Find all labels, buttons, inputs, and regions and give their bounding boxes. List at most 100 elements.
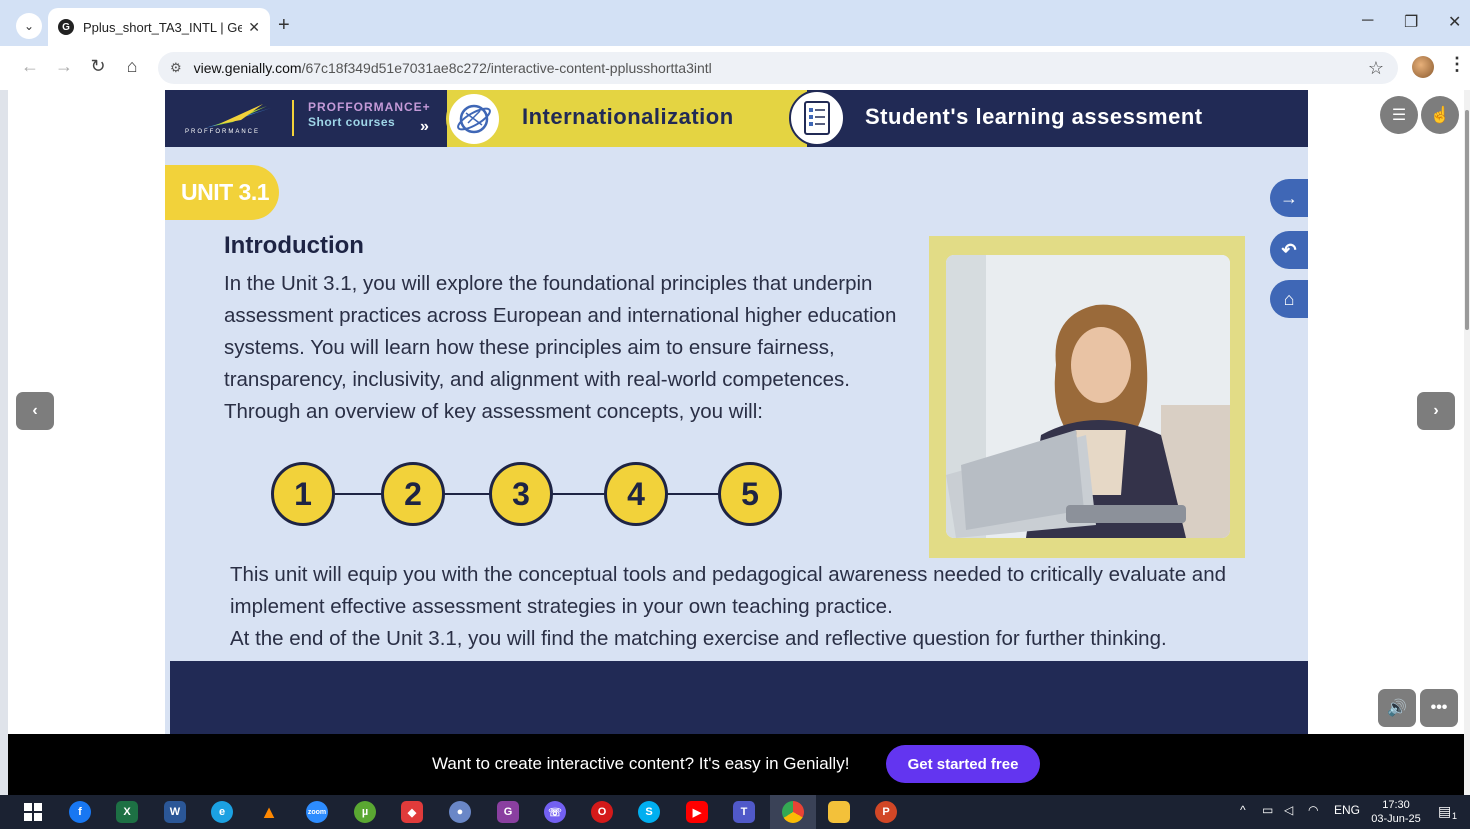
module-title: Student's learning assessment <box>865 104 1203 129</box>
windows-start-icon[interactable] <box>22 801 44 823</box>
unit-label: UNIT 3.1 <box>181 179 270 205</box>
course-banner: PROFFORMANCE PROFFORMANCE+ Short courses… <box>165 90 1308 147</box>
chevron-right-icon: › <box>1433 402 1439 419</box>
zoom-icon[interactable]: zoom <box>306 801 328 823</box>
step-4-button[interactable]: 4 <box>604 462 668 526</box>
address-bar[interactable]: ⚙ view.genially.com/67c18f349d51e7031ae8… <box>158 52 1398 84</box>
volume-icon[interactable]: ◁ <box>1284 803 1293 817</box>
section-heading: Introduction <box>224 232 364 259</box>
close-window-button[interactable]: ✕ <box>1448 12 1461 32</box>
genially-slide: PROFFORMANCE PROFFORMANCE+ Short courses… <box>165 90 1308 734</box>
windows-taskbar: f X W e ▲ zoom µ ◆ ● G ☏ O S ▶ T P ^ ▭ ◁… <box>0 795 1470 829</box>
genially-promo-bar: Want to create interactive content? It's… <box>8 734 1464 795</box>
url-host: view.genially.com <box>193 60 302 76</box>
chrome-icon[interactable] <box>782 801 804 823</box>
previous-slide-button[interactable]: ‹ <box>16 392 54 430</box>
steps-row: 1 2 3 4 5 <box>271 462 786 526</box>
vlc-icon[interactable]: ▲ <box>258 801 280 823</box>
next-arrow-button[interactable]: → <box>1270 179 1308 217</box>
tab-title: Pplus_short_TA3_INTL | Genially <box>83 19 243 35</box>
touch-icon: ☝ <box>1430 107 1450 124</box>
powerpoint-icon[interactable]: P <box>875 801 897 823</box>
next-slide-button[interactable]: › <box>1417 392 1455 430</box>
user-app-icon[interactable]: ● <box>449 801 471 823</box>
close-tab-icon[interactable]: ✕ <box>248 19 260 36</box>
back-button[interactable]: ← <box>18 56 42 77</box>
promo-text: Want to create interactive content? It's… <box>432 754 850 773</box>
house-icon: ⌂ <box>1283 288 1295 309</box>
url-path: /67c18f349d51e7031ae8c272/interactive-co… <box>301 60 712 76</box>
checklist-icon <box>789 90 845 146</box>
system-clock[interactable]: 17:30 03-Jun-25 <box>1368 798 1424 826</box>
index-button[interactable]: ☰ <box>1380 96 1418 134</box>
pdf-app-icon[interactable]: G <box>497 801 519 823</box>
program-subtitle: Short courses <box>308 115 396 129</box>
chevron-down-icon: ⌄ <box>23 19 35 33</box>
step-2-button[interactable]: 2 <box>381 462 445 526</box>
scrollbar-thumb[interactable] <box>1465 110 1469 330</box>
opera-icon[interactable]: O <box>591 801 613 823</box>
list-icon: ☰ <box>1391 107 1407 124</box>
page-viewport: PROFFORMANCE PROFFORMANCE+ Short courses… <box>8 90 1464 734</box>
speaker-icon: 🔊 <box>1387 700 1407 717</box>
step-1-button[interactable]: 1 <box>271 462 335 526</box>
get-started-button[interactable]: Get started free <box>886 745 1040 783</box>
battery-icon[interactable]: ▭ <box>1262 803 1273 817</box>
anydesk-icon[interactable]: ◆ <box>401 801 423 823</box>
file-explorer-icon[interactable] <box>828 801 850 823</box>
outro-paragraph: This unit will equip you with the concep… <box>230 559 1290 655</box>
skype-icon[interactable]: S <box>638 801 660 823</box>
notifications-icon[interactable]: ▤ <box>1438 803 1451 820</box>
viber-icon[interactable]: ☏ <box>544 801 566 823</box>
wifi-icon[interactable]: ◠ <box>1308 803 1318 817</box>
undo-button[interactable]: ↶ <box>1270 231 1308 269</box>
banner-divider <box>292 100 294 136</box>
edge-icon[interactable]: e <box>211 801 233 823</box>
arrow-right-icon: → <box>1280 187 1298 208</box>
breadcrumb-chevron-icon: » <box>420 118 429 135</box>
restore-window-button[interactable]: ❐ <box>1404 12 1418 32</box>
chevron-left-icon: ‹ <box>32 402 38 419</box>
globe-icon <box>446 91 502 147</box>
interactivity-button[interactable]: ☝ <box>1421 96 1459 134</box>
section-title: Internationalization <box>522 104 734 129</box>
notification-count: 1 <box>1452 811 1458 821</box>
utorrent-icon[interactable]: µ <box>354 801 376 823</box>
show-hidden-icons-icon[interactable]: ^ <box>1240 803 1246 817</box>
browser-tab-bar: ⌄ G Pplus_short_TA3_INTL | Genially ✕ + … <box>0 0 1470 46</box>
step-5-button[interactable]: 5 <box>718 462 782 526</box>
browser-toolbar: ← → ↻ ⌂ ⚙ view.genially.com/67c18f349d51… <box>0 46 1470 90</box>
more-options-button[interactable]: ••• <box>1420 689 1458 727</box>
browser-menu-icon[interactable]: ⋮ <box>1448 54 1466 75</box>
undo-icon: ↶ <box>1281 239 1297 260</box>
woman-laptop-photo <box>946 255 1230 538</box>
outro-text-2: At the end of the Unit 3.1, you will fin… <box>230 627 1167 650</box>
clock-time: 17:30 <box>1382 799 1410 811</box>
step-3-button[interactable]: 3 <box>489 462 553 526</box>
home-button[interactable]: ⌂ <box>120 56 144 77</box>
reload-button[interactable]: ↻ <box>86 56 110 77</box>
outro-text-1: This unit will equip you with the concep… <box>230 563 1227 618</box>
program-title: PROFFORMANCE+ <box>308 100 431 114</box>
youtube-icon[interactable]: ▶ <box>686 801 708 823</box>
audio-button[interactable]: 🔊 <box>1378 689 1416 727</box>
clock-date: 03-Jun-25 <box>1371 813 1421 825</box>
teams-icon[interactable]: T <box>733 801 755 823</box>
home-slide-button[interactable]: ⌂ <box>1270 280 1308 318</box>
excel-icon[interactable]: X <box>116 801 138 823</box>
forward-button[interactable]: → <box>52 56 76 77</box>
genially-favicon-icon: G <box>58 19 74 35</box>
word-icon[interactable]: W <box>164 801 186 823</box>
profile-avatar[interactable] <box>1412 56 1434 78</box>
facebook-icon[interactable]: f <box>69 801 91 823</box>
bookmark-star-icon[interactable]: ☆ <box>1368 58 1384 79</box>
site-info-icon[interactable]: ⚙ <box>170 60 182 76</box>
browser-tab[interactable]: G Pplus_short_TA3_INTL | Genially ✕ <box>48 8 270 46</box>
more-dots-icon: ••• <box>1430 699 1448 716</box>
tab-search-button[interactable]: ⌄ <box>16 13 42 39</box>
language-indicator[interactable]: ENG <box>1334 803 1360 817</box>
new-tab-button[interactable]: + <box>278 14 290 37</box>
intro-paragraph: In the Unit 3.1, you will explore the fo… <box>224 272 897 423</box>
brand-wordmark: PROFFORMANCE <box>185 129 260 135</box>
minimize-window-button[interactable]: ─ <box>1362 12 1373 30</box>
